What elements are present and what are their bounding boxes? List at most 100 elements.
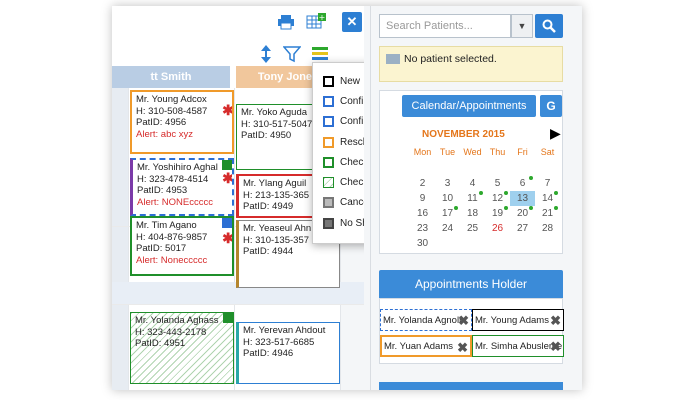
- legend-label: Cancel: [340, 197, 364, 209]
- calendar-day: [535, 161, 560, 176]
- appointment-dot-icon: [454, 206, 458, 210]
- calendar-day[interactable]: 10: [435, 191, 460, 206]
- calendar-day[interactable]: 17: [435, 206, 460, 221]
- svg-text:+: +: [319, 13, 326, 22]
- calendar-day: [535, 236, 560, 251]
- legend-label: Confirm Hold: [340, 116, 364, 128]
- weekday-label: Mon: [413, 147, 432, 157]
- scheduler-calendar: + ✕ tt Smith Tony Jones Mr. Young Adcox …: [112, 6, 364, 390]
- appointment-card[interactable]: Mr. Tim Agano H: 404-876-9857 PatID: 501…: [130, 216, 234, 276]
- calendar-day: [485, 161, 510, 176]
- column-header: tt Smith: [112, 66, 230, 88]
- search-button[interactable]: [535, 14, 563, 38]
- search-icon: [542, 19, 556, 33]
- appointment-dot-icon: [504, 191, 508, 195]
- search-input[interactable]: Search Patients...: [379, 14, 511, 38]
- appointment-dot-icon: [529, 176, 533, 180]
- weekday-label: Fri: [517, 147, 528, 157]
- toolbar: + ✕: [112, 6, 364, 66]
- close-icon[interactable]: ✖: [550, 313, 561, 329]
- appointment-phone: H: 323-478-4514: [137, 173, 209, 185]
- swatch-icon: [323, 197, 334, 209]
- appointment-phone: H: 404-876-9857: [136, 231, 208, 243]
- legend-item-check-out[interactable]: Check out: [323, 172, 364, 192]
- legend-item-new[interactable]: New: [323, 71, 364, 91]
- appointment-card[interactable]: Mr. Yolanda Aghass H: 323-443-2178 PatID…: [130, 312, 234, 384]
- calendar-day[interactable]: 20: [510, 206, 535, 221]
- close-icon[interactable]: ✖: [550, 339, 561, 355]
- calendar-day[interactable]: 30: [410, 236, 435, 251]
- legend-item-confirm-hold[interactable]: Confirm Hold: [323, 112, 364, 132]
- legend-icon[interactable]: [310, 44, 330, 64]
- collapsed-panel-header: [379, 382, 563, 390]
- calendar-day[interactable]: 3: [435, 176, 460, 191]
- appointment-alert: Alert: Noneccccc: [136, 254, 208, 266]
- calendar-day[interactable]: 9: [410, 191, 435, 206]
- holder-item[interactable]: Mr. Simha Abusleme ✖: [472, 335, 564, 357]
- appointment-patid: PatID: 5017: [136, 243, 187, 254]
- calendar-day[interactable]: 23: [410, 221, 435, 236]
- calendar-day[interactable]: 19: [485, 206, 510, 221]
- status-corner: [223, 313, 233, 323]
- weekday-label: Tue: [439, 147, 456, 157]
- appointment-card[interactable]: Mr. Yoshihiro Aghal H: 323-478-4514 PatI…: [130, 158, 234, 216]
- calendar-day: [460, 236, 485, 251]
- column-header-label: tt Smith: [150, 71, 192, 83]
- calendar-day: [435, 236, 460, 251]
- calendar-day[interactable]: 16: [410, 206, 435, 221]
- legend-item-check-in[interactable]: Check in: [323, 152, 364, 172]
- close-icon[interactable]: ✕: [342, 12, 362, 32]
- appointment-dot-icon: [504, 206, 508, 210]
- appointment-dot-icon: [554, 191, 558, 195]
- legend-item-cancel[interactable]: Cancel: [323, 193, 364, 213]
- legend-label: Confirmed: [340, 95, 364, 107]
- calendar-day[interactable]: 4: [460, 176, 485, 191]
- alert-star-icon: ✱: [222, 102, 234, 118]
- google-sync-button[interactable]: G: [540, 95, 562, 117]
- calendar-day: [435, 161, 460, 176]
- legend-item-rescheduled[interactable]: Rescheduled: [323, 132, 364, 152]
- holder-item[interactable]: Mr. Yuan Adams ✖: [380, 335, 472, 357]
- print-icon[interactable]: [276, 12, 296, 32]
- sort-icon[interactable]: [256, 44, 276, 64]
- legend-item-no-show[interactable]: No Show: [323, 213, 364, 233]
- filter-icon[interactable]: [282, 44, 302, 64]
- next-month-icon[interactable]: ▶: [550, 125, 561, 142]
- calendar-day[interactable]: 6: [510, 176, 535, 191]
- calendar-day[interactable]: 24: [435, 221, 460, 236]
- calendar-day[interactable]: 26: [485, 221, 510, 236]
- appointment-patid: PatID: 4956: [136, 117, 187, 128]
- close-icon[interactable]: ✖: [458, 313, 469, 329]
- calendar-day[interactable]: 28: [535, 221, 560, 236]
- appointments-holder-header: Appointments Holder: [379, 270, 563, 298]
- appointment-card[interactable]: Mr. Yerevan Ahdout H: 323-517-6685 PatID…: [236, 322, 340, 384]
- legend-item-confirmed[interactable]: Confirmed: [323, 91, 364, 111]
- weekday-header: Mon Tue Wed Thu Fri Sat: [410, 147, 560, 157]
- calendar-day[interactable]: 13: [510, 191, 535, 206]
- holder-item[interactable]: Mr. Yolanda Agnoli ✖: [380, 309, 472, 331]
- month-title: NOVEMBER 2015: [422, 129, 505, 140]
- appointment-alert: Alert: NONEccccc: [137, 196, 214, 208]
- column-header-label: Tony Jones: [257, 71, 319, 83]
- calendar-day[interactable]: 5: [485, 176, 510, 191]
- right-panel: Search Patients... ▼ No patient selected…: [370, 6, 582, 390]
- calendar-day[interactable]: 12: [485, 191, 510, 206]
- close-icon[interactable]: ✖: [457, 340, 468, 355]
- calendar-day[interactable]: 2: [410, 176, 435, 191]
- row-divider: [112, 304, 364, 305]
- calendar-appointments-tab[interactable]: Calendar/Appointments: [402, 95, 536, 117]
- holder-item[interactable]: Mr. Young Adams ✖: [472, 309, 564, 331]
- appointment-dot-icon: [529, 206, 533, 210]
- add-grid-icon[interactable]: +: [306, 12, 326, 32]
- calendar-day[interactable]: 27: [510, 221, 535, 236]
- calendar-day[interactable]: 7: [535, 176, 560, 191]
- calendar-day[interactable]: 18: [460, 206, 485, 221]
- chevron-down-icon[interactable]: ▼: [511, 14, 533, 38]
- appointment-card[interactable]: Mr. Young Adcox H: 310-508-4587 PatID: 4…: [130, 90, 234, 154]
- calendar-day[interactable]: 14: [535, 191, 560, 206]
- appointment-patid: PatID: 4953: [137, 185, 188, 196]
- calendar-day[interactable]: 21: [535, 206, 560, 221]
- calendar-day[interactable]: 25: [460, 221, 485, 236]
- appointments-holder: Mr. Yolanda Agnoli ✖ Mr. Young Adams ✖ M…: [379, 298, 564, 364]
- calendar-day[interactable]: 11: [460, 191, 485, 206]
